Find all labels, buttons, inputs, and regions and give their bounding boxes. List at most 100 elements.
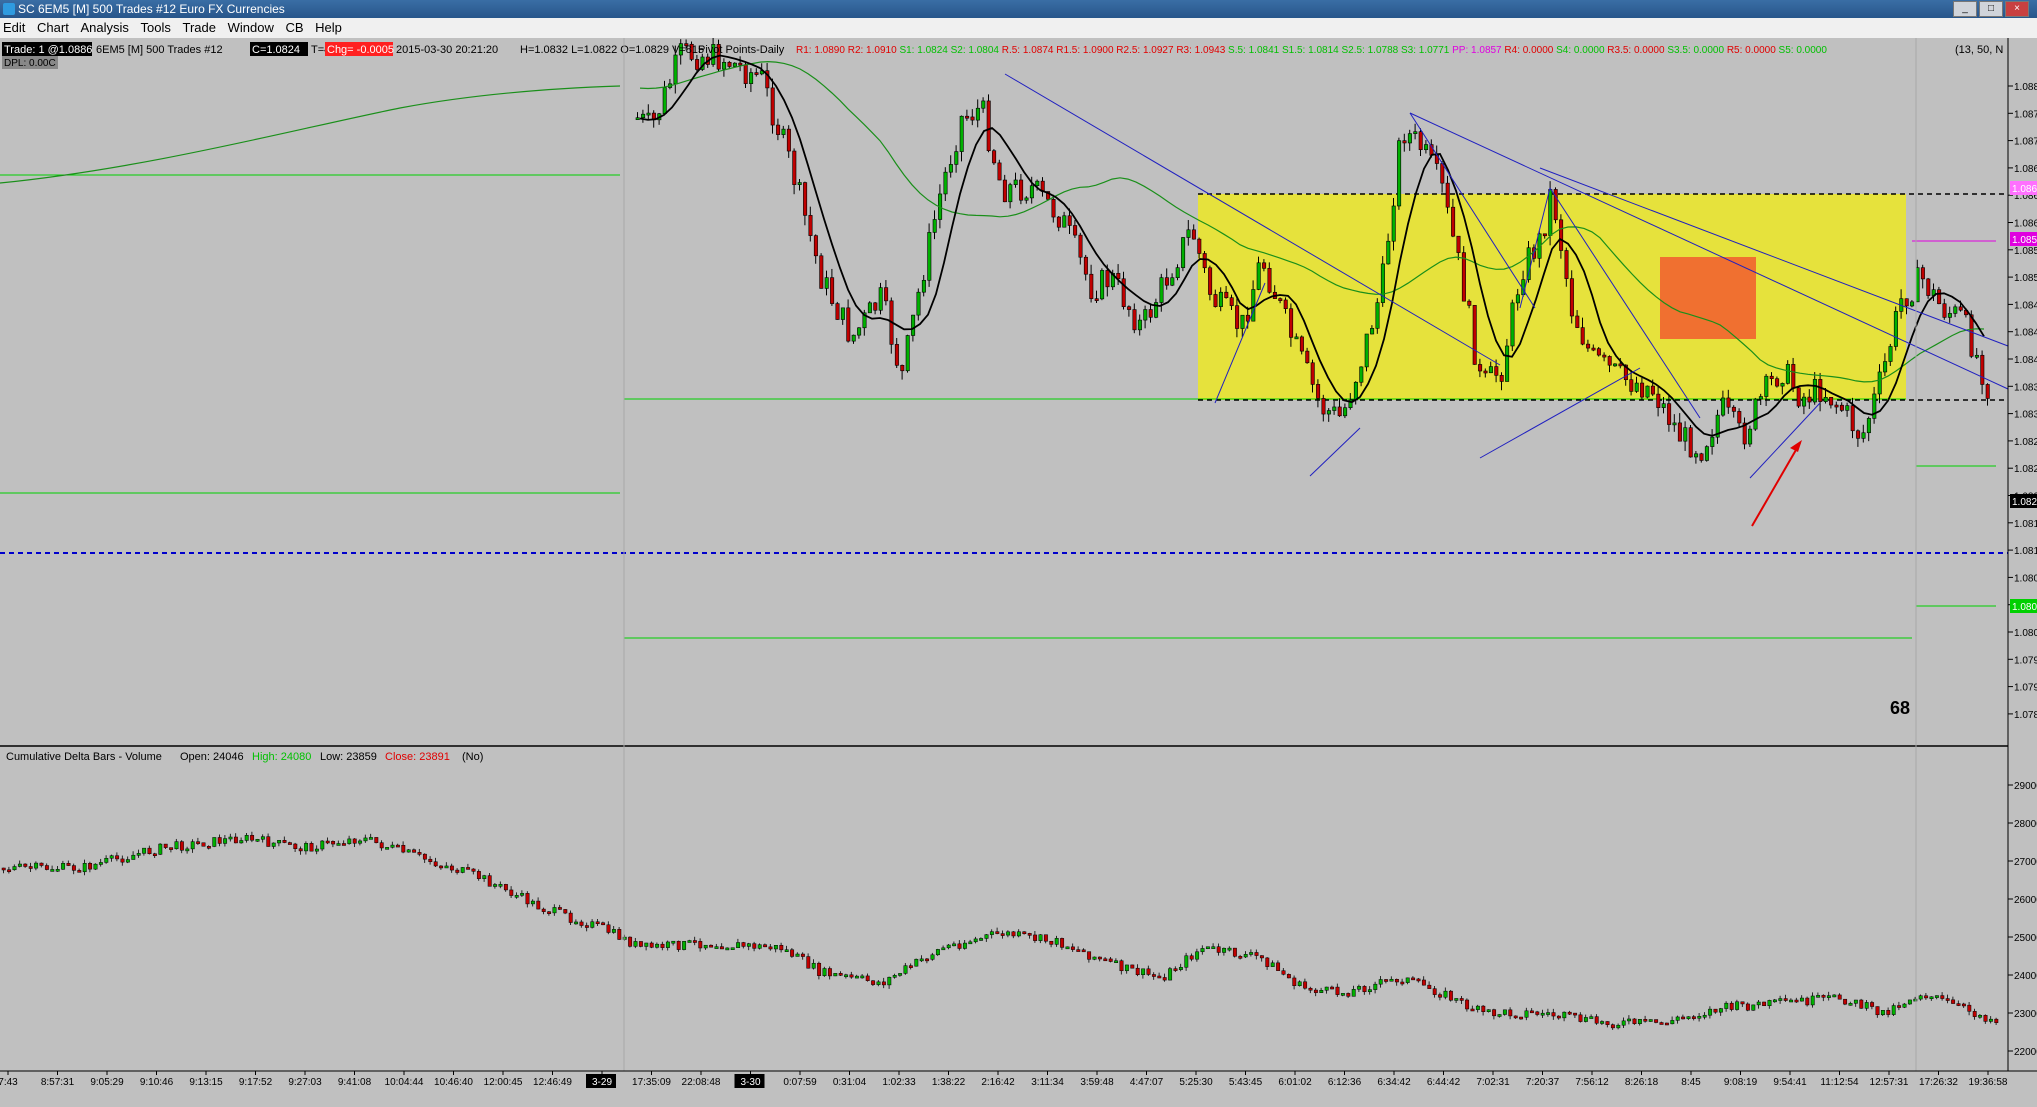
menu-analysis[interactable]: Analysis [77,18,133,36]
candle-body [1089,273,1094,299]
candle-body [1980,354,1985,385]
candle-body [1591,347,1596,351]
maximize-icon[interactable]: □ [1979,1,2003,17]
candle-body [1688,427,1693,458]
delta-body [601,922,606,926]
delta-body [1556,1015,1561,1019]
price-tick-label: 1.0840 [2014,355,2037,366]
delta-body [1967,1004,1972,1012]
delta-body [1643,1019,1648,1022]
delta-body [455,869,460,873]
candle-body [1002,179,1007,203]
delta-body [709,944,714,948]
menu-cb[interactable]: CB [282,18,308,36]
delta-body [914,958,919,967]
delta-body [1438,994,1443,998]
menu-help[interactable]: Help [312,18,347,36]
delta-body [800,953,805,957]
delta-body [1481,1005,1486,1012]
menu-chart[interactable]: Chart [34,18,74,36]
candle-body [1353,381,1358,401]
time-tick-label: 7:02:31 [1476,1077,1510,1088]
candle-body [1856,430,1861,439]
delta-body [201,842,206,847]
delta-body [525,893,530,905]
candle-body [1305,350,1310,364]
delta-body [125,859,130,863]
delta-body [39,862,44,866]
change-badge: Chg= -0.0005 [327,44,394,56]
delta-body [1351,989,1356,997]
delta-body [1076,949,1081,952]
delta-body [1573,1012,1578,1016]
candle-body [1586,343,1591,349]
delta-body [752,943,757,949]
candle-body [1472,305,1477,365]
delta-body [946,944,951,949]
delta-body [854,975,859,979]
candle-body [749,72,754,84]
time-tick-label: 6:01:02 [1278,1077,1312,1088]
delta-body [1810,995,1815,1006]
candle-body [1829,397,1834,406]
candle-body [1424,144,1429,151]
delta-body [617,929,622,940]
delta-body [1384,979,1389,982]
delta-body [482,875,487,879]
delta-body [892,975,897,978]
menu-bar: Edit Chart Analysis Tools Trade Window C… [0,18,2037,39]
delta-body [1459,998,1464,1001]
delta-body [158,843,163,855]
pivot-3: S2: 1.0804 [951,45,1002,56]
minimize-icon[interactable]: _ [1953,1,1977,17]
delta-body [401,845,406,853]
candle-body [1418,131,1423,151]
candle-body [1893,311,1898,347]
close-icon[interactable]: × [2005,1,2029,17]
window-title: SC 6EM5 [M] 500 Trades #12 Euro FX Curre… [18,2,285,16]
price-tick-label: 1.0880 [2014,82,2037,93]
delta-body [206,846,211,849]
menu-trade[interactable]: Trade [179,18,220,36]
delta-body [23,863,28,867]
time-tick-label: 1:38:22 [932,1077,966,1088]
candle-body [1564,250,1569,279]
delta-body [746,943,751,947]
candle-body [1402,140,1407,144]
candle-body [1807,396,1812,403]
candle-body [1758,396,1763,400]
candle-body [722,61,727,70]
delta-body [1016,931,1021,937]
delta-body [1211,946,1216,949]
time-tick-label: 9:05:29 [90,1077,124,1088]
delta-body [439,865,444,869]
delta-body [1400,981,1405,985]
delta-body [503,884,508,891]
delta-body [979,938,984,941]
delta-body [1006,931,1011,936]
delta-body [66,863,71,866]
time-tick-label: 9:54:41 [1773,1077,1807,1088]
delta-body [520,893,525,896]
menu-edit[interactable]: Edit [0,18,30,36]
candle-body [1645,385,1650,398]
delta-body [1735,1001,1740,1010]
delta-body [1184,955,1189,968]
delta-body [1378,979,1383,985]
candle-body [846,307,851,342]
candle-body [1721,397,1726,416]
time-tick-label: 8:57:31 [41,1077,75,1088]
candle-body [635,117,640,121]
delta-body [1508,1009,1513,1017]
delta-body [7,869,12,872]
delta-body [320,840,325,850]
delta-body [1934,995,1939,998]
menu-window[interactable]: Window [225,18,279,36]
candle-body [1391,205,1396,242]
chart-area[interactable]: 68 Trade: 1 @1.0886 6EM5 [M] 500 Trades … [0,38,2037,1107]
candle-body [1294,336,1299,340]
delta-body [1891,1005,1896,1015]
menu-tools[interactable]: Tools [138,18,176,36]
delta-body [838,973,843,976]
delta-body [1286,974,1291,979]
